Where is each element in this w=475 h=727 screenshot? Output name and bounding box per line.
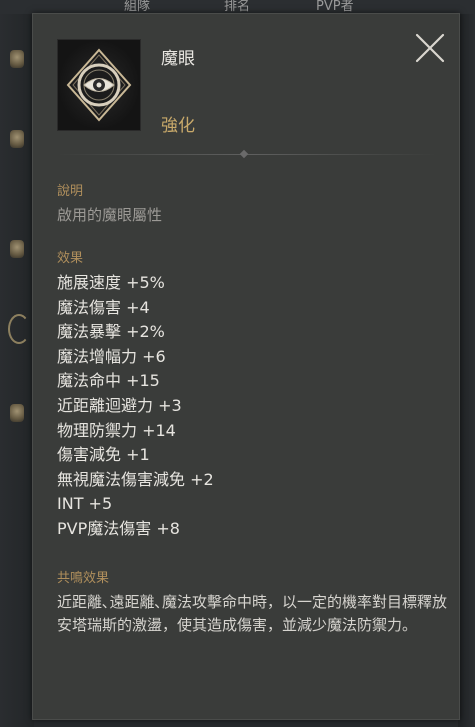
background-tab[interactable]: PVP者 xyxy=(316,0,354,14)
effect-item: 施展速度 +5% xyxy=(57,273,165,292)
background-slot-icon xyxy=(10,50,24,68)
background-right-edge xyxy=(458,14,475,727)
divider-ornament xyxy=(239,149,249,159)
effect-item: 傷害減免 +1 xyxy=(57,445,150,465)
item-type: 強化 xyxy=(161,116,195,136)
background-slot-icon xyxy=(10,240,24,258)
resonance-text: 近距離､遠距離､魔法攻擊命中時，以一定的機率對目標釋放安塔瑞斯的激盪，使其造成傷… xyxy=(57,593,448,634)
item-name: 魔眼 xyxy=(161,49,195,69)
effect-item: INT +5 xyxy=(57,494,113,514)
description-heading: 說明 xyxy=(57,184,84,199)
background-tab-bar: 組隊 排名 PVP者 xyxy=(0,0,475,14)
effect-item: 近距離迴避力 +3 xyxy=(57,395,182,415)
effects-heading: 效果 xyxy=(57,251,84,266)
effect-item: 魔法傷害 +4 xyxy=(57,297,150,317)
effect-item: 魔法暴擊 +2% xyxy=(57,322,165,342)
resonance-heading: 共鳴效果 xyxy=(57,571,110,586)
effect-item: PVP魔法傷害 +8 xyxy=(57,518,180,538)
close-button[interactable] xyxy=(413,31,447,65)
close-icon xyxy=(415,33,445,63)
effects-list: 施展速度 +5% 魔法傷害 +4 魔法暴擊 +2% 魔法增幅力 +6 魔法命中 … xyxy=(57,271,214,542)
background-slot-icon xyxy=(10,130,24,148)
background-tab[interactable]: 排名 xyxy=(224,0,250,14)
description-text: 啟用的魔眼屬性 xyxy=(57,206,163,224)
item-icon-frame xyxy=(57,39,141,131)
background-slot-icon xyxy=(10,404,24,422)
effect-item: 魔法命中 +15 xyxy=(57,371,160,391)
background-sidebar xyxy=(0,14,34,727)
background-ring-icon xyxy=(8,314,30,344)
effect-item: 物理防禦力 +14 xyxy=(57,420,176,440)
effect-item: 魔法增幅力 +6 xyxy=(57,346,166,366)
eye-emblem-icon xyxy=(58,40,140,130)
background-tab[interactable]: 組隊 xyxy=(124,0,150,14)
effect-item: 無視魔法傷害減免 +2 xyxy=(57,469,214,489)
item-tooltip-panel: 魔眼 強化 說明 啟用的魔眼屬性 效果 施展速度 +5% 魔法傷害 +4 魔法暴… xyxy=(32,13,460,720)
